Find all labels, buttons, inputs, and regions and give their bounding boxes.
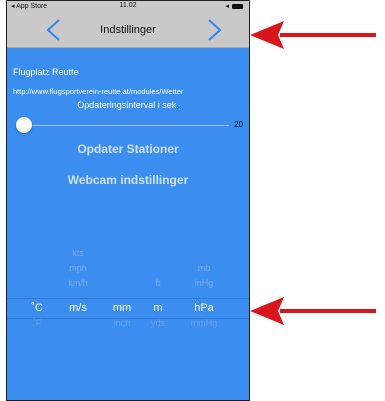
- interval-value: 20: [234, 120, 243, 129]
- picker-cell: mph: [69, 263, 87, 273]
- interval-slider-thumb[interactable]: [16, 117, 32, 133]
- picker-cell: inHg: [194, 278, 214, 288]
- red-arrow-icon: [250, 297, 376, 325]
- picker-column-precipitation[interactable]: mm inch: [102, 246, 142, 331]
- station-name: Flugplatz Reutte: [13, 67, 79, 77]
- navigation-bar: Indstillinger: [7, 13, 249, 48]
- picker-cell: [17, 261, 57, 276]
- location-icon: ◂: [225, 3, 229, 10]
- picker-cell: yds: [150, 318, 165, 328]
- interval-label: Opdateringsinterval i sek.: [77, 100, 179, 110]
- red-arrow-icon: [250, 21, 376, 49]
- picker-cell: [138, 246, 178, 261]
- picker-cell: mmHg: [190, 318, 218, 328]
- station-url[interactable]: http://www.flugsportverein-reutte.at/mod…: [13, 87, 183, 96]
- update-stations-button[interactable]: Opdater Stationer: [7, 142, 249, 156]
- picker-cell: mb: [197, 263, 211, 273]
- picker-column-pressure[interactable]: mb inHg hPa mmHg: [184, 246, 224, 331]
- picker-selected-precipitation: mm: [112, 302, 132, 314]
- picker-selected-wind: m/s: [69, 302, 87, 314]
- interval-slider-track[interactable]: [25, 125, 229, 126]
- picker-cell: [102, 246, 142, 261]
- picker-selected-pressure: hPa: [194, 302, 214, 314]
- phone-screen: ◂ App Store 11.02 ◂ Indstillinger Flugpl…: [6, 0, 250, 401]
- forward-button[interactable]: [203, 18, 225, 42]
- picker-cell: inch: [113, 318, 131, 328]
- picker-cell: [102, 276, 142, 291]
- picker-cell: kts: [72, 248, 84, 258]
- picker-selected-temperature: ˚C: [31, 302, 43, 314]
- unit-picker[interactable]: ˚C ˚F kts mph km/h m/s mm inch ft m yds …: [7, 246, 249, 336]
- clock: 11.02: [119, 2, 137, 9]
- status-bar: ◂ App Store 11.02 ◂: [7, 1, 249, 13]
- picker-cell: km/h: [68, 278, 88, 288]
- picker-cell: [184, 246, 224, 261]
- picker-column-temperature[interactable]: ˚C ˚F: [17, 246, 57, 331]
- status-icons: ◂: [225, 2, 243, 10]
- picker-cell: [138, 261, 178, 276]
- chevron-right-icon: [208, 19, 222, 41]
- picker-selected-altitude: m: [153, 302, 163, 314]
- picker-cell: [17, 276, 57, 291]
- picker-column-altitude[interactable]: ft m yds: [138, 246, 178, 331]
- picker-cell: [17, 246, 57, 261]
- picker-cell: [102, 261, 142, 276]
- picker-column-wind[interactable]: kts mph km/h m/s: [58, 246, 98, 331]
- picker-cell: [58, 316, 98, 331]
- webcam-settings-button[interactable]: Webcam indstillinger: [7, 173, 249, 187]
- picker-cell: ft: [155, 278, 161, 288]
- picker-cell: ˚F: [32, 318, 42, 328]
- battery-icon: [232, 3, 243, 9]
